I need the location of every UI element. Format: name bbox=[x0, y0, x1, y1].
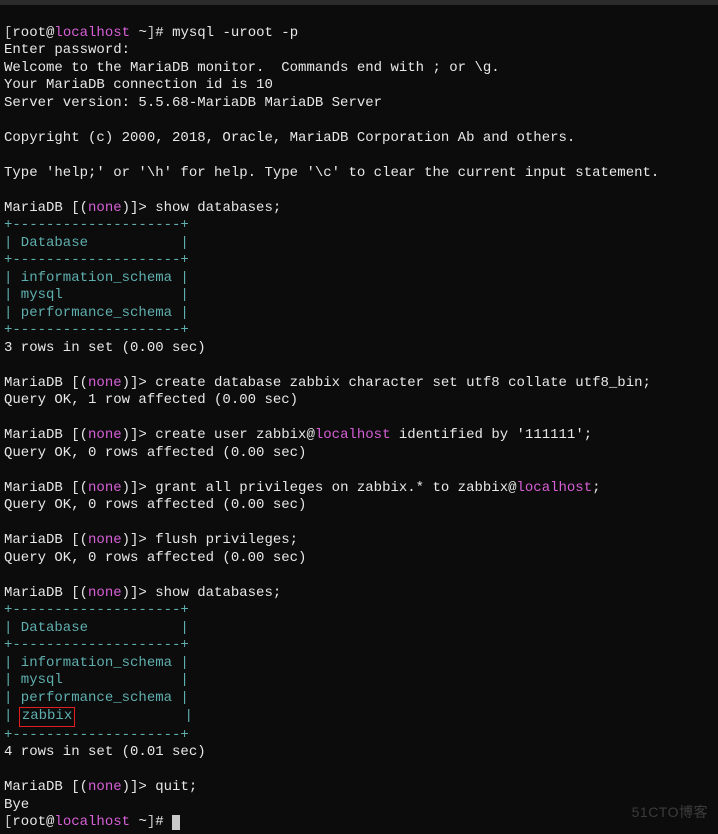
mariadb-prompt: MariaDB [(none)]> bbox=[4, 375, 155, 391]
sql-command: quit; bbox=[155, 779, 197, 795]
table-border: +--------------------+ bbox=[4, 727, 189, 743]
terminal-output[interactable]: [root@localhost ~]# mysql -uroot -p Ente… bbox=[0, 5, 718, 834]
table-row: | mysql | bbox=[4, 287, 189, 303]
table-border: +--------------------+ bbox=[4, 217, 189, 233]
table-border: +--------------------+ bbox=[4, 637, 189, 653]
output-line: Bye bbox=[4, 797, 29, 813]
table-row: | information_schema | bbox=[4, 655, 189, 671]
output-line: 3 rows in set (0.00 sec) bbox=[4, 340, 206, 356]
shell-prompt: [root@localhost ~]# bbox=[4, 25, 172, 41]
output-line: 4 rows in set (0.01 sec) bbox=[4, 744, 206, 760]
output-line: Type 'help;' or '\h' for help. Type '\c'… bbox=[4, 165, 659, 181]
sql-command: create user zabbix@localhost identified … bbox=[155, 427, 592, 443]
sql-command: grant all privileges on zabbix.* to zabb… bbox=[155, 480, 600, 496]
mariadb-prompt: MariaDB [(none)]> bbox=[4, 585, 155, 601]
command-text: mysql -uroot -p bbox=[172, 25, 298, 41]
output-line: Your MariaDB connection id is 10 bbox=[4, 77, 273, 93]
table-header: | Database | bbox=[4, 235, 189, 251]
watermark-text: 51CTO博客 bbox=[632, 804, 708, 822]
table-border: +--------------------+ bbox=[4, 322, 189, 338]
output-line: Server version: 5.5.68-MariaDB MariaDB S… bbox=[4, 95, 382, 111]
mariadb-prompt: MariaDB [(none)]> bbox=[4, 779, 155, 795]
table-row: | information_schema | bbox=[4, 270, 189, 286]
table-border: +--------------------+ bbox=[4, 602, 189, 618]
mariadb-prompt: MariaDB [(none)]> bbox=[4, 480, 155, 496]
table-header: | Database | bbox=[4, 620, 189, 636]
shell-prompt: [root@localhost ~]# bbox=[4, 814, 172, 830]
sql-command: show databases; bbox=[155, 200, 281, 216]
mariadb-prompt: MariaDB [(none)]> bbox=[4, 427, 155, 443]
table-row: | zabbix | bbox=[4, 708, 193, 724]
highlight-zabbix: zabbix bbox=[19, 707, 75, 727]
sql-command: flush privileges; bbox=[155, 532, 298, 548]
output-line: Welcome to the MariaDB monitor. Commands… bbox=[4, 60, 500, 76]
output-line: Query OK, 1 row affected (0.00 sec) bbox=[4, 392, 298, 408]
table-row: | performance_schema | bbox=[4, 305, 189, 321]
mariadb-prompt: MariaDB [(none)]> bbox=[4, 532, 155, 548]
sql-command: show databases; bbox=[155, 585, 281, 601]
table-row: | mysql | bbox=[4, 672, 189, 688]
output-line: Copyright (c) 2000, 2018, Oracle, MariaD… bbox=[4, 130, 575, 146]
mariadb-prompt: MariaDB [(none)]> bbox=[4, 200, 155, 216]
output-line: Query OK, 0 rows affected (0.00 sec) bbox=[4, 497, 306, 513]
sql-command: create database zabbix character set utf… bbox=[155, 375, 651, 391]
table-row: | performance_schema | bbox=[4, 690, 189, 706]
output-line: Query OK, 0 rows affected (0.00 sec) bbox=[4, 550, 306, 566]
output-line: Enter password: bbox=[4, 42, 130, 58]
output-line: Query OK, 0 rows affected (0.00 sec) bbox=[4, 445, 306, 461]
cursor-icon bbox=[172, 815, 180, 830]
table-border: +--------------------+ bbox=[4, 252, 189, 268]
